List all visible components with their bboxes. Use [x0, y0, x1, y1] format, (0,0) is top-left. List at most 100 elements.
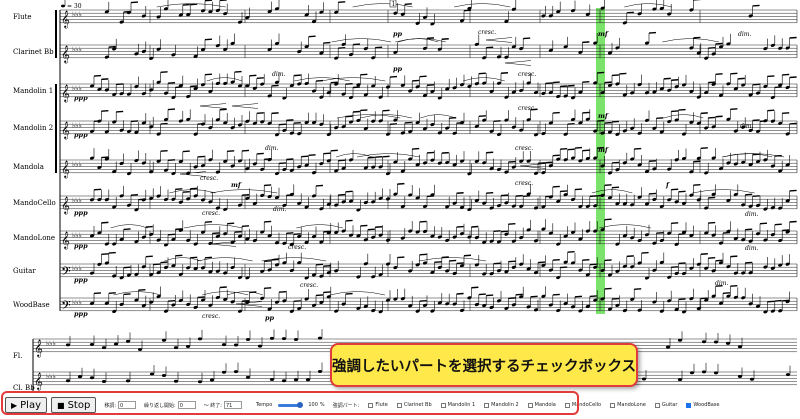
- highlight-checkbox-mandocello[interactable]: MandoCello: [564, 402, 601, 408]
- note-beam: [604, 287, 612, 290]
- expression-text: dim.: [265, 145, 278, 152]
- stop-label: Stop: [67, 399, 91, 411]
- repeat-end-input[interactable]: 71: [223, 401, 242, 409]
- note-beam: [145, 255, 153, 258]
- note-beam: [308, 154, 316, 156]
- note-beam: [419, 253, 427, 256]
- note-beam: [412, 147, 420, 150]
- transpose-field: 移調: 0: [104, 401, 136, 409]
- note-head: [245, 375, 251, 379]
- note-beam: [389, 75, 398, 78]
- tempo-unit: %: [319, 402, 325, 408]
- note-beam: [611, 74, 620, 77]
- highlight-checkboxes: Flute Clarinet Bb Mandolin 1 Mandolin 2 Mand…: [359, 402, 720, 408]
- note-beam: [108, 292, 116, 295]
- slur: [110, 224, 148, 229]
- note-head: [737, 375, 743, 379]
- transpose-input[interactable]: 0: [118, 401, 136, 409]
- checkbox-box[interactable]: [440, 402, 446, 408]
- expression-text: cresc.: [515, 145, 533, 152]
- note-beam: [708, 257, 716, 259]
- note-beam: [486, 151, 494, 154]
- clef-symbol: 𝄞: [61, 45, 70, 63]
- note-beam: [715, 115, 723, 118]
- annotation-callout: 強調したいパートを選択するチェックボックス: [330, 343, 638, 387]
- note-beam: [449, 259, 457, 262]
- repeat-start-field: 繰り返し開始: 0: [144, 401, 196, 409]
- note-beam: [567, 251, 575, 253]
- checkbox-box[interactable]: [610, 402, 616, 408]
- note-beam: [116, 83, 124, 86]
- slur: [113, 291, 162, 296]
- note-beam: [648, 192, 657, 195]
- note-head: [197, 380, 203, 384]
- note-beam: [145, 225, 153, 228]
- note-beam: [537, 162, 546, 165]
- expression-text: dim.: [745, 211, 758, 218]
- checkbox-box[interactable]: [396, 402, 402, 408]
- highlight-checkbox-flute[interactable]: Flute: [368, 402, 388, 408]
- checkbox-box[interactable]: [484, 402, 490, 408]
- note-beam: [101, 109, 109, 112]
- highlight-checkbox-guitar[interactable]: Guitar: [654, 402, 677, 408]
- note-beam: [478, 293, 486, 296]
- note-beam: [700, 147, 708, 150]
- note-beam: [656, 117, 664, 120]
- note-beam: [182, 190, 190, 193]
- note-beam: [123, 293, 131, 296]
- note-beam: [604, 184, 612, 187]
- checkbox-box[interactable]: [527, 402, 533, 408]
- clef-symbol: 𝄞: [61, 121, 70, 139]
- note-beam: [582, 149, 590, 152]
- note-beam: [567, 84, 575, 87]
- note-beam: [508, 222, 516, 225]
- checkbox-box[interactable]: [654, 402, 660, 408]
- note-beam: [582, 41, 590, 44]
- note-beam: [286, 158, 294, 161]
- clef-symbol: 𝄞: [34, 339, 43, 357]
- checkbox-box[interactable]: [564, 402, 570, 408]
- note-beam: [759, 222, 768, 225]
- expression-text: dim.: [273, 206, 286, 213]
- highlight-checkbox-mandolone[interactable]: MandoLone: [610, 402, 646, 408]
- note-beam: [574, 295, 583, 298]
- note-beam: [175, 254, 183, 257]
- note-head: [65, 343, 71, 347]
- note-beam: [389, 123, 398, 125]
- key-flat: ♭♭♭: [72, 84, 82, 92]
- note-beam: [456, 262, 464, 265]
- highlight-checkbox-woodbase[interactable]: WoodBase: [686, 402, 720, 408]
- checkbox-box[interactable]: [686, 402, 692, 408]
- note-beam: [397, 256, 405, 259]
- note-head: [725, 341, 731, 345]
- highlight-checkbox-mandola[interactable]: Mandola: [527, 402, 556, 408]
- tempo-label: Tempo: [255, 402, 273, 408]
- checkbox-box[interactable]: [368, 402, 374, 408]
- highlight-checkbox-mandolin-2[interactable]: Mandolin 2: [484, 402, 519, 408]
- checkbox-label: Flute: [375, 402, 388, 408]
- note-beam: [626, 255, 634, 258]
- repeat-start-input[interactable]: 0: [177, 401, 196, 409]
- stop-button[interactable]: ■ Stop: [51, 397, 97, 413]
- tempo-slider-knob[interactable]: [297, 401, 304, 408]
- note-beam: [367, 156, 375, 159]
- highlight-checkbox-mandolin-1[interactable]: Mandolin 1: [440, 402, 475, 408]
- dynamic-mark: mf: [598, 30, 609, 38]
- note-head: [305, 378, 311, 382]
- tempo-slider[interactable]: [278, 401, 304, 408]
- clef-symbol: 𝄞: [34, 372, 43, 390]
- note-head: [125, 339, 131, 343]
- note-head: [89, 376, 95, 380]
- note-beam: [700, 297, 708, 300]
- note-beam: [249, 74, 257, 77]
- note-beam: [552, 81, 560, 84]
- note-beam: [323, 265, 331, 267]
- clef-symbol: 𝄞: [61, 231, 70, 249]
- note-beam: [241, 149, 250, 152]
- note-beam: [486, 294, 494, 297]
- note-beam: [537, 261, 546, 264]
- play-button[interactable]: ▶ Play: [5, 397, 48, 413]
- note-beam: [604, 81, 612, 84]
- highlight-checkbox-clarinet-bb[interactable]: Clarinet Bb: [396, 402, 432, 408]
- note-beam: [545, 82, 553, 85]
